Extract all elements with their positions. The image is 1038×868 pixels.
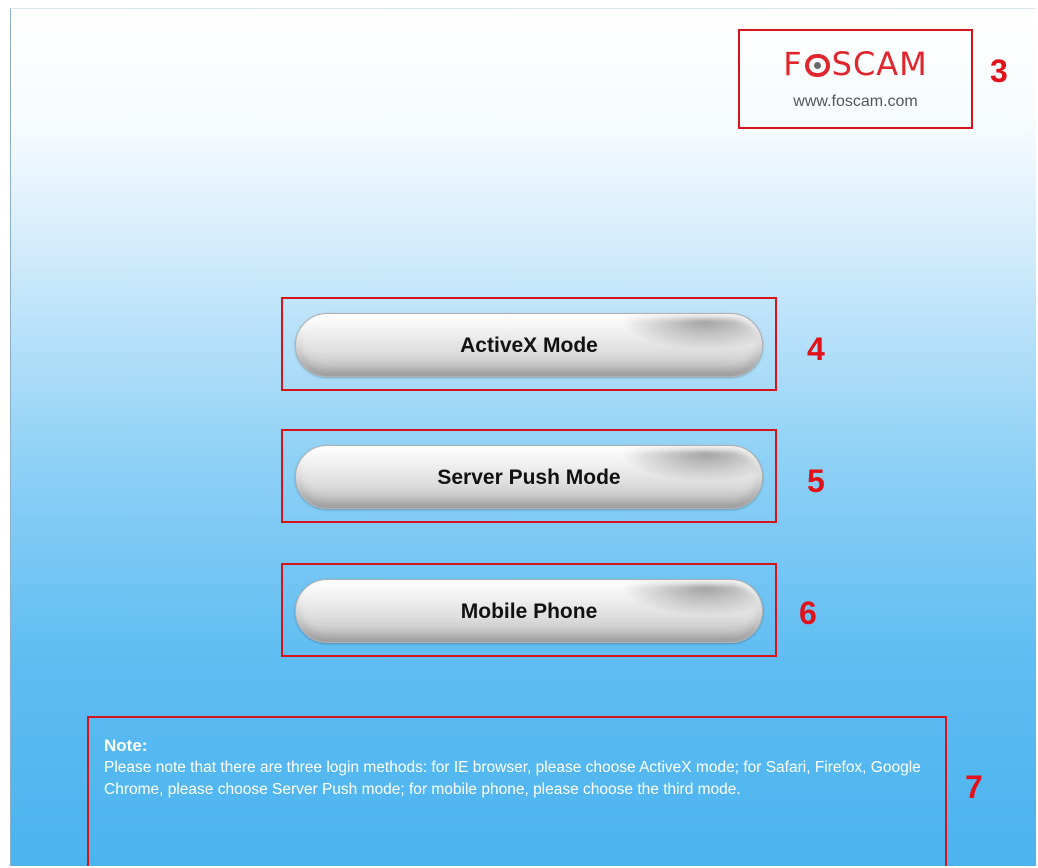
note-highlight-box: Note: Please note that there are three l… — [87, 716, 947, 866]
note-title: Note: — [104, 736, 148, 755]
mobile-phone-label: Mobile Phone — [460, 600, 598, 623]
logo-url: www.foscam.com — [793, 93, 918, 110]
activex-highlight-box: ActiveX Mode — [281, 297, 777, 391]
callout-3: 3 — [990, 53, 1008, 89]
server-push-mode-label: Server Push Mode — [437, 466, 621, 489]
logo-highlight-box: F SCAM www.foscam.com — [738, 29, 973, 129]
logo-letter-f: F — [783, 45, 803, 83]
callout-7: 7 — [965, 769, 983, 805]
camera-lens-icon — [804, 54, 830, 77]
callout-6: 6 — [799, 595, 817, 631]
mobile-highlight-box: Mobile Phone — [281, 563, 777, 657]
logo-letters-scam: SCAM — [831, 45, 928, 83]
callout-4: 4 — [807, 331, 825, 367]
note-text: Please note that there are three login m… — [104, 759, 921, 798]
server-push-mode-button[interactable]: Server Push Mode — [295, 445, 763, 509]
callout-5: 5 — [807, 463, 825, 499]
foscam-logo: F SCAM — [740, 47, 971, 81]
activex-mode-button[interactable]: ActiveX Mode — [295, 313, 763, 377]
login-page: F SCAM www.foscam.com 3 ActiveX Mode 4 Se… — [10, 8, 1036, 866]
server-push-highlight-box: Server Push Mode — [281, 429, 777, 523]
mobile-phone-button[interactable]: Mobile Phone — [295, 579, 763, 643]
activex-mode-label: ActiveX Mode — [460, 334, 598, 357]
